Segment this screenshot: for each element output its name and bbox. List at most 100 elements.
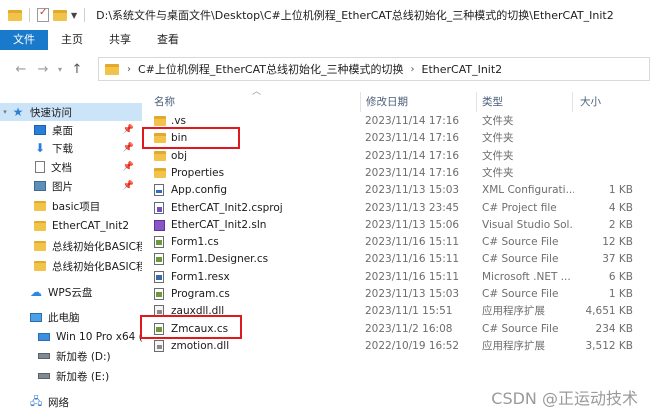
sidebar-item-pictures[interactable]: 图片 📌 xyxy=(0,177,142,195)
breadcrumb-current[interactable]: EtherCAT_Init2 xyxy=(422,63,503,76)
sidebar-item-label: 快速访问 xyxy=(30,106,72,119)
sidebar-item-label: 总线初始化BASIC程 xyxy=(52,260,142,273)
file-size: 6 KB xyxy=(608,270,633,283)
star-icon: ★ xyxy=(12,105,24,119)
file-row[interactable]: App.config 2023/11/13 15:03 XML Configurat… xyxy=(149,182,639,199)
sidebar-item-label: WPS云盘 xyxy=(48,286,93,299)
sidebar-item-network[interactable]: 🖧 网络 xyxy=(0,393,142,411)
sidebar-item-ethercat-init2[interactable]: EtherCAT_Init2 xyxy=(0,217,142,235)
sidebar-item-drive-d[interactable]: 新加卷 (D:) xyxy=(0,347,142,365)
sidebar-item-drive-c[interactable]: Win 10 Pro x64 (C xyxy=(0,328,142,346)
file-row[interactable]: EtherCAT_Init2.sln 2023/11/13 15:06 Visual… xyxy=(149,217,639,234)
column-divider[interactable] xyxy=(360,92,361,112)
column-header-size[interactable]: 大小 xyxy=(580,92,601,112)
breadcrumb-parent[interactable]: C#上位机例程_EtherCAT总线初始化_三种模式的切换 xyxy=(138,61,404,77)
chevron-right-icon[interactable]: › xyxy=(127,64,131,75)
file-type: 文件夹 xyxy=(482,115,514,127)
window-title: D:\系统文件与桌面文件\Desktop\C#上位机例程_EtherCAT总线初… xyxy=(96,9,614,22)
file-date: 2023/11/14 17:16 xyxy=(365,149,460,162)
file-name: .vs xyxy=(171,115,187,127)
column-header-name[interactable]: 名称 xyxy=(154,92,175,112)
quick-access-toolbar: ▼ xyxy=(0,7,88,22)
file-row[interactable]: zauxdll.dll 2023/11/1 15:51 应用程序扩展 4,651 KB xyxy=(149,303,639,320)
chevron-down-icon[interactable]: ▼ xyxy=(71,11,77,20)
column-header-type[interactable]: 类型 xyxy=(482,92,503,112)
file-size: 234 KB xyxy=(595,322,633,335)
tab-home[interactable]: 主页 xyxy=(48,30,96,50)
file-name: EtherCAT_Init2.csproj xyxy=(171,201,283,214)
sidebar-item-basic-project[interactable]: basic项目 xyxy=(0,197,142,215)
tab-share[interactable]: 共享 xyxy=(96,30,144,50)
file-name: Program.cs xyxy=(171,288,230,300)
file-date: 2023/11/13 23:45 xyxy=(365,201,460,214)
file-row[interactable]: Properties 2023/11/14 17:16 文件夹 xyxy=(149,165,639,182)
file-name: App.config xyxy=(171,184,227,197)
file-date: 2023/11/13 15:06 xyxy=(365,218,460,231)
sidebar-item-label: 新加卷 (D:) xyxy=(56,350,111,363)
folder-icon xyxy=(8,9,22,21)
recent-locations-chevron-icon[interactable]: ▾ xyxy=(54,65,66,74)
file-row[interactable]: .vs 2023/11/14 17:16 文件夹 xyxy=(149,113,639,130)
sidebar-item-bus-init-basic-1[interactable]: 总线初始化BASIC程 xyxy=(0,237,142,255)
file-row[interactable]: obj 2023/11/14 17:16 文件夹 xyxy=(149,148,639,165)
dll-file-icon xyxy=(154,305,164,318)
back-arrow-icon[interactable]: ← xyxy=(10,62,32,77)
column-header-date[interactable]: 修改日期 xyxy=(366,92,408,112)
up-arrow-icon[interactable]: ↑ xyxy=(66,62,88,77)
address-bar[interactable]: › C#上位机例程_EtherCAT总线初始化_三种模式的切换 › EtherC… xyxy=(98,57,650,81)
tab-file[interactable]: 文件 xyxy=(0,30,48,50)
cs-file-icon xyxy=(154,253,164,266)
file-date: 2023/11/16 15:11 xyxy=(365,270,460,283)
pin-icon: 📌 xyxy=(122,125,134,135)
file-type: 应用程序扩展 xyxy=(482,339,545,352)
sidebar-item-wps-cloud[interactable]: ☁ WPS云盘 xyxy=(0,283,142,301)
sort-ascending-icon: ︿ xyxy=(252,87,262,97)
folder-icon xyxy=(34,241,46,251)
tab-view[interactable]: 查看 xyxy=(144,30,192,50)
file-type: Visual Studio Sol... xyxy=(482,218,574,231)
file-row[interactable]: Program.cs 2023/11/13 15:03 C# Source File… xyxy=(149,286,639,303)
sidebar-item-label: 桌面 xyxy=(52,124,73,137)
file-size: 1 KB xyxy=(608,184,633,197)
sidebar-item-downloads[interactable]: ⬇ 下载 📌 xyxy=(0,139,142,157)
sidebar-item-drive-e[interactable]: 新加卷 (E:) xyxy=(0,367,142,385)
folder-icon xyxy=(154,133,166,144)
file-row[interactable]: Form1.cs 2023/11/16 15:11 C# Source File 12… xyxy=(149,234,639,251)
folder-icon xyxy=(105,63,119,75)
chevron-down-icon[interactable]: ▾ xyxy=(0,108,10,116)
file-row[interactable]: bin 2023/11/14 17:16 文件夹 xyxy=(149,130,639,147)
folder-icon xyxy=(154,150,166,161)
column-divider[interactable] xyxy=(476,92,477,112)
drive-icon xyxy=(38,373,50,379)
sidebar-item-this-pc[interactable]: 此电脑 xyxy=(0,308,142,326)
file-size: 1 KB xyxy=(608,288,633,300)
file-row[interactable]: EtherCAT_Init2.csproj 2023/11/13 23:45 C# … xyxy=(149,200,639,217)
sidebar-item-bus-init-basic-2[interactable]: 总线初始化BASIC程 xyxy=(0,257,142,275)
file-row[interactable]: Form1.resx 2023/11/16 15:11 Microsoft .NET… xyxy=(149,269,639,286)
file-date: 2023/11/2 16:08 xyxy=(365,322,453,335)
pin-icon: 📌 xyxy=(122,162,134,172)
properties-icon[interactable] xyxy=(37,7,49,22)
sidebar-item-label: 此电脑 xyxy=(48,311,80,324)
new-folder-icon[interactable] xyxy=(53,9,67,21)
file-date: 2023/11/16 15:11 xyxy=(365,253,460,266)
chevron-right-icon[interactable]: › xyxy=(411,64,415,75)
file-date: 2023/11/16 15:11 xyxy=(365,236,460,249)
sidebar-item-desktop[interactable]: 桌面 📌 xyxy=(0,121,142,139)
file-row[interactable]: Zmcaux.cs 2023/11/2 16:08 C# Source File 23… xyxy=(149,321,639,338)
file-size: 12 KB xyxy=(602,236,633,249)
file-row[interactable]: Form1.Designer.cs 2023/11/16 15:11 C# Sour… xyxy=(149,251,639,268)
file-type: 文件夹 xyxy=(482,166,514,179)
document-icon xyxy=(35,161,45,173)
folder-icon xyxy=(154,116,166,126)
file-name: zmotion.dll xyxy=(171,339,230,352)
file-row[interactable]: zmotion.dll 2022/10/19 16:52 应用程序扩展 3,512 K… xyxy=(149,338,639,355)
forward-arrow-icon[interactable]: → xyxy=(32,62,54,77)
download-icon: ⬇ xyxy=(34,141,46,155)
computer-icon xyxy=(30,312,42,322)
sidebar-item-quick-access[interactable]: ▾ ★ 快速访问 xyxy=(0,103,142,121)
column-divider[interactable] xyxy=(572,92,573,112)
file-date: 2023/11/14 17:16 xyxy=(365,132,460,145)
sidebar-item-documents[interactable]: 文档 📌 xyxy=(0,158,142,176)
windows-drive-icon xyxy=(38,333,50,341)
